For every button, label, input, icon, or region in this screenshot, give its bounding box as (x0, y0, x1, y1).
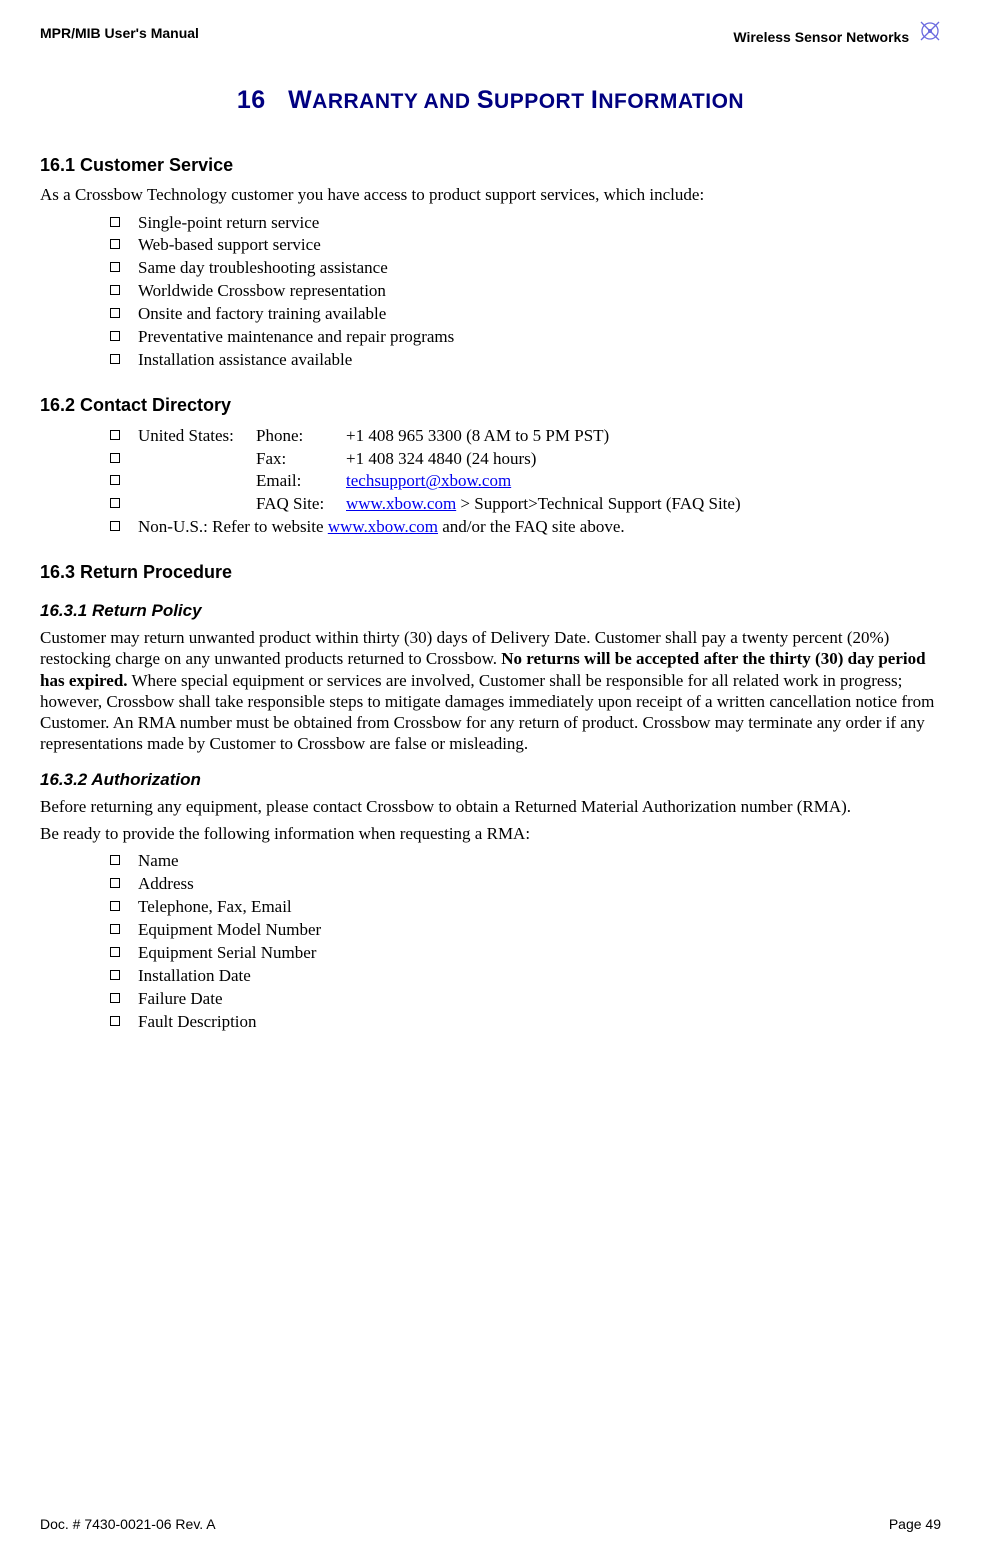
footer-doc-id: Doc. # 7430-0021-06 Rev. A (40, 1516, 216, 1534)
list-item: Name (110, 850, 941, 873)
list-item: Single-point return service (110, 212, 941, 235)
contact-list: United States: Phone: +1 408 965 3300 (8… (40, 425, 941, 540)
contact-region (138, 470, 256, 493)
return-policy-post: Where special equipment or services are … (40, 671, 934, 754)
list-item: United States: Phone: +1 408 965 3300 (8… (110, 425, 941, 448)
header-left: MPR/MIB User's Manual (40, 25, 199, 43)
footer-page-number: Page 49 (889, 1516, 941, 1534)
list-item: Equipment Serial Number (110, 942, 941, 965)
subsection-authorization-heading: 16.3.2 Authorization (40, 769, 941, 790)
header-right-wrap: Wireless Sensor Networks (733, 20, 941, 47)
section-customer-service-heading: 16.1 Customer Service (40, 154, 941, 177)
section-contact-heading: 16.2 Contact Directory (40, 394, 941, 417)
section-return-heading: 16.3 Return Procedure (40, 561, 941, 584)
crossbow-logo-icon (919, 20, 941, 42)
chapter-title-2-cap: S (477, 86, 494, 114)
list-item: Email: techsupport@xbow.com (110, 470, 941, 493)
list-item: Web-based support service (110, 234, 941, 257)
subsection-return-policy-heading: 16.3.1 Return Policy (40, 600, 941, 621)
contact-region (138, 493, 256, 516)
nonus-prefix: Non-U.S.: Refer to website (138, 517, 328, 536)
chapter-heading: 16 WARRANTY AND SUPPORT INFORMATION (40, 85, 941, 116)
page-footer: Doc. # 7430-0021-06 Rev. A Page 49 (40, 1516, 941, 1534)
chapter-title-2-small: UPPORT (494, 90, 591, 113)
chapter-title-1-cap: W (288, 86, 312, 114)
list-item: Failure Date (110, 988, 941, 1011)
contact-field-label: Fax: (256, 448, 346, 471)
list-item: Installation assistance available (110, 349, 941, 372)
list-item: Onsite and factory training available (110, 303, 941, 326)
customer-service-list: Single-point return service Web-based su… (40, 212, 941, 373)
chapter-title-1-small: ARRANTY AND (312, 90, 477, 113)
authorization-paragraph: Before returning any equipment, please c… (40, 796, 941, 817)
contact-field-value: www.xbow.com > Support>Technical Support… (346, 493, 741, 516)
contact-field-value: +1 408 324 4840 (24 hours) (346, 448, 536, 471)
nonus-suffix: and/or the FAQ site above. (438, 517, 625, 536)
rma-lead: Be ready to provide the following inform… (40, 823, 941, 844)
list-item: Telephone, Fax, Email (110, 896, 941, 919)
website-link[interactable]: www.xbow.com (328, 517, 438, 536)
contact-region: United States: (138, 425, 256, 448)
list-item: Equipment Model Number (110, 919, 941, 942)
list-item: Fault Description (110, 1011, 941, 1034)
rma-info-list: Name Address Telephone, Fax, Email Equip… (40, 850, 941, 1034)
return-policy-paragraph: Customer may return unwanted product wit… (40, 627, 941, 755)
list-item: FAQ Site: www.xbow.com > Support>Technic… (110, 493, 941, 516)
list-item: Installation Date (110, 965, 941, 988)
contact-field-label: FAQ Site: (256, 493, 346, 516)
header-right: Wireless Sensor Networks (733, 29, 909, 45)
list-item: Same day troubleshooting assistance (110, 257, 941, 280)
contact-field-label: Email: (256, 470, 346, 493)
page-header: MPR/MIB User's Manual Wireless Sensor Ne… (40, 20, 941, 47)
techsupport-email-link[interactable]: techsupport@xbow.com (346, 470, 511, 493)
list-item: Address (110, 873, 941, 896)
contact-field-value: +1 408 965 3300 (8 AM to 5 PM PST) (346, 425, 609, 448)
faq-suffix: > Support>Technical Support (FAQ Site) (456, 494, 740, 513)
contact-field-label: Phone: (256, 425, 346, 448)
list-item: Fax: +1 408 324 4840 (24 hours) (110, 448, 941, 471)
customer-service-intro: As a Crossbow Technology customer you ha… (40, 184, 941, 205)
list-item: Worldwide Crossbow representation (110, 280, 941, 303)
website-link[interactable]: www.xbow.com (346, 494, 456, 513)
list-item: Preventative maintenance and repair prog… (110, 326, 941, 349)
chapter-number: 16 (237, 86, 266, 114)
contact-region (138, 448, 256, 471)
list-item: Non-U.S.: Refer to website www.xbow.com … (110, 516, 941, 539)
chapter-title-3-small: NFORMATION (598, 90, 744, 113)
